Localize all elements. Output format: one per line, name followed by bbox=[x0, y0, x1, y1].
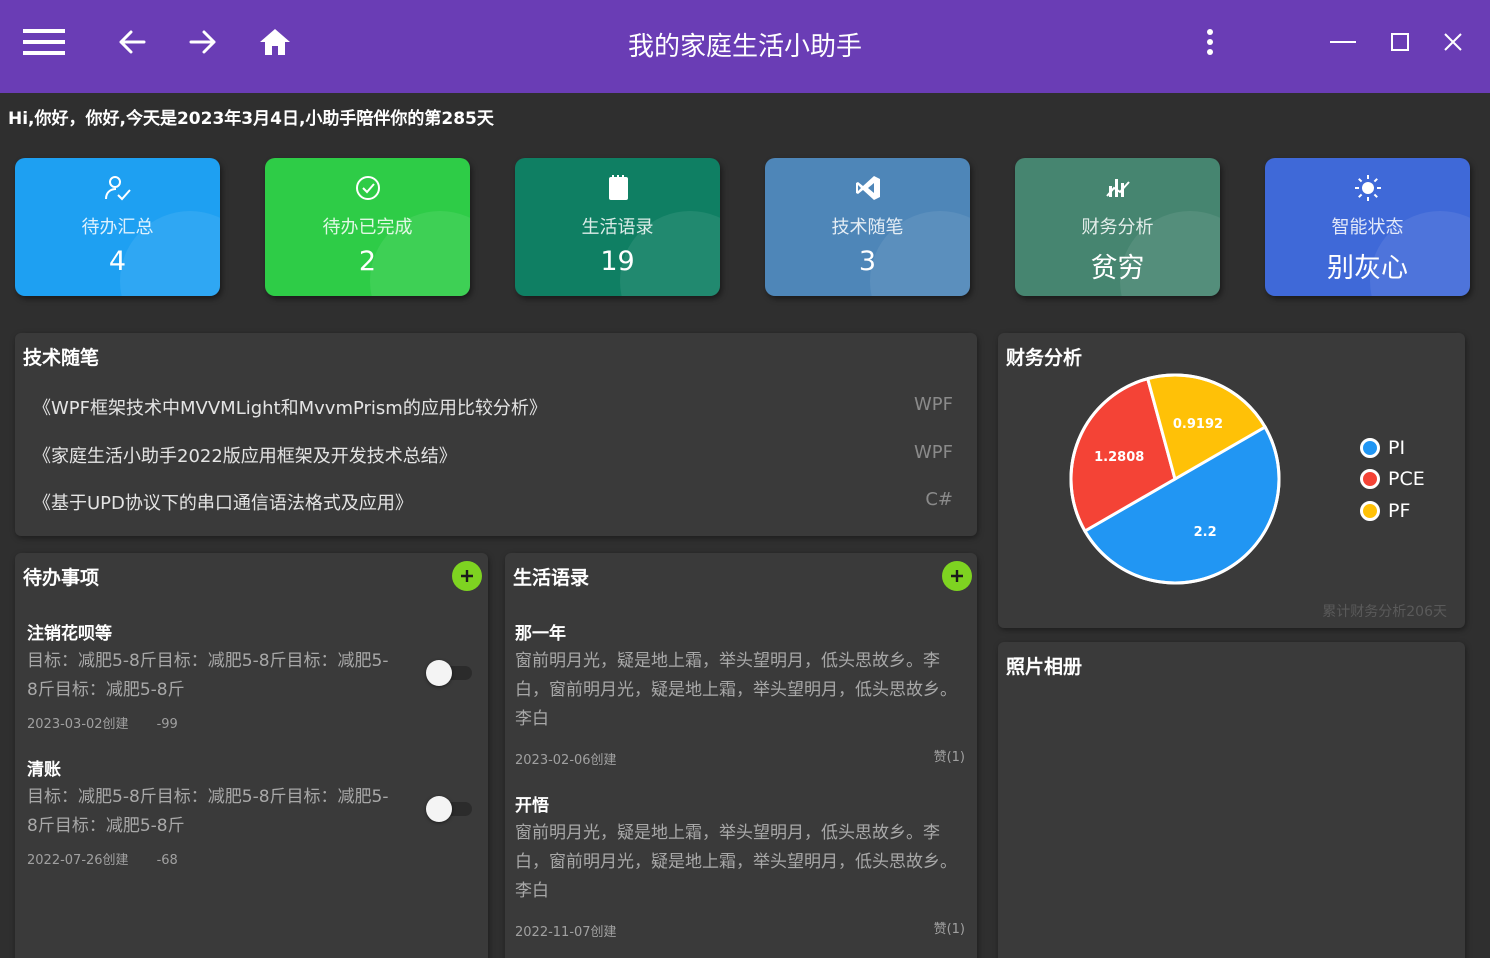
life-quotes-panel: 生活语录 那一年 窗前明月光，疑是地上霜，举头望明月，低头思故乡。李白，窗前明月… bbox=[505, 553, 977, 958]
panel-title: 技术随笔 bbox=[23, 347, 100, 369]
app-title: 我的家庭生活小助手 bbox=[627, 32, 862, 62]
legend-item: PCE bbox=[1360, 466, 1425, 492]
finance-footer: 累计财务分析206天 bbox=[1322, 604, 1447, 620]
legend-label: PCE bbox=[1388, 468, 1425, 490]
card-todo-summary[interactable]: 待办汇总 4 bbox=[15, 158, 220, 296]
close-icon[interactable] bbox=[1431, 24, 1475, 60]
todo-item-date: 2023-03-02创建 bbox=[27, 717, 129, 732]
pie-data-label: 1.2808 bbox=[1094, 450, 1144, 465]
quote-text: 窗前明月光，疑是地上霜，举头望明月，低头思故乡。李白，窗前明月光，疑是地上霜，举… bbox=[515, 651, 957, 729]
tech-note-item[interactable]: 《WPF框架技术中MVVMLight和MvvmPrism的应用比较分析》 WPF bbox=[33, 394, 953, 424]
legend-label: PF bbox=[1388, 500, 1411, 522]
todo-done-toggle[interactable] bbox=[426, 660, 474, 686]
pie-data-label: 2.2 bbox=[1194, 525, 1217, 540]
card-value: 别灰心 bbox=[1327, 253, 1408, 284]
card-label: 待办已完成 bbox=[322, 217, 413, 238]
sun-icon bbox=[1265, 174, 1470, 202]
greeting-text: Hi,你好，你好,今天是2023年3月4日,小助手陪伴你的第285天 bbox=[8, 109, 494, 129]
photo-album-panel: 照片相册 bbox=[998, 642, 1465, 958]
legend-item: PF bbox=[1360, 498, 1410, 524]
todo-item-meta: 2022-07-26创建 -68 bbox=[27, 849, 206, 868]
user-check-icon bbox=[15, 174, 220, 202]
card-value: 19 bbox=[600, 246, 635, 277]
todo-item-meta: 2023-03-02创建 -99 bbox=[27, 713, 206, 732]
card-tech-notes[interactable]: 技术随笔 3 bbox=[765, 158, 970, 296]
card-value: 贫穷 bbox=[1090, 253, 1145, 284]
toggle-knob bbox=[426, 796, 452, 822]
card-life-quotes[interactable]: 生活语录 19 bbox=[515, 158, 720, 296]
tech-note-tag: WPF bbox=[913, 394, 953, 415]
legend-dot bbox=[1360, 438, 1380, 458]
quote-like-button[interactable]: 赞(1) bbox=[934, 746, 965, 765]
todo-item-days: -99 bbox=[156, 717, 178, 732]
legend-item: PI bbox=[1360, 435, 1405, 461]
todo-panel: 待办事项 注销花呗等 目标：减肥5-8斤目标：减肥5-8斤目标：减肥5-8斤目标… bbox=[15, 553, 488, 958]
finance-pie-chart[interactable]: 2.2 1.2808 0.9192 bbox=[1065, 369, 1285, 589]
finance-panel: 财务分析 2.2 1.2808 0.9192 PI PCE PF 累计财务分析206… bbox=[998, 333, 1465, 628]
title-bar: 我的家庭生活小助手 bbox=[0, 0, 1490, 93]
panel-title: 生活语录 bbox=[513, 567, 590, 589]
panel-title: 待办事项 bbox=[23, 567, 100, 589]
more-vertical-icon[interactable] bbox=[1188, 24, 1232, 60]
card-value: 3 bbox=[858, 246, 877, 277]
check-circle-icon bbox=[265, 174, 470, 202]
add-todo-button[interactable] bbox=[452, 561, 482, 591]
quote-text: 窗前明月光，疑是地上霜，举头望明月，低头思故乡。李白，窗前明月光，疑是地上霜，举… bbox=[515, 823, 957, 901]
plus-icon bbox=[951, 570, 963, 582]
plus-icon bbox=[461, 570, 473, 582]
legend-dot bbox=[1360, 501, 1380, 521]
todo-done-toggle[interactable] bbox=[426, 796, 474, 822]
notebook-icon bbox=[515, 174, 720, 202]
tech-note-title: 《基于UPD协议下的串口通信语法格式及应用》 bbox=[33, 493, 413, 514]
quote-like-button[interactable]: 赞(1) bbox=[934, 918, 965, 937]
card-finance[interactable]: 财务分析 贫穷 bbox=[1015, 158, 1220, 296]
quote-title: 那一年 bbox=[515, 624, 566, 644]
card-todo-done[interactable]: 待办已完成 2 bbox=[265, 158, 470, 296]
todo-item-days: -68 bbox=[156, 853, 178, 868]
card-label: 生活语录 bbox=[581, 217, 654, 238]
tech-note-title: 《WPF框架技术中MVVMLight和MvvmPrism的应用比较分析》 bbox=[33, 398, 547, 419]
legend-dot bbox=[1360, 469, 1380, 489]
card-value: 4 bbox=[108, 246, 127, 277]
add-quote-button[interactable] bbox=[942, 561, 972, 591]
todo-item-date: 2022-07-26创建 bbox=[27, 853, 129, 868]
card-value: 2 bbox=[358, 246, 377, 277]
todo-item-title: 清账 bbox=[27, 760, 61, 780]
card-smart-status[interactable]: 智能状态 别灰心 bbox=[1265, 158, 1470, 296]
quote-date: 2023-02-06创建 bbox=[515, 753, 617, 768]
pie-data-label: 0.9192 bbox=[1173, 417, 1223, 432]
todo-item-desc: 目标：减肥5-8斤目标：减肥5-8斤目标：减肥5-8斤目标：减肥5-8斤 bbox=[27, 787, 389, 836]
tech-note-item[interactable]: 《家庭生活小助手2022版应用框架及开发技术总结》 WPF bbox=[33, 442, 953, 472]
maximize-icon[interactable] bbox=[1378, 24, 1422, 60]
card-label: 技术随笔 bbox=[831, 217, 904, 238]
card-label: 财务分析 bbox=[1081, 217, 1154, 238]
panel-title: 财务分析 bbox=[1006, 347, 1083, 369]
legend-label: PI bbox=[1388, 437, 1406, 459]
tech-note-tag: C# bbox=[925, 489, 953, 510]
card-label: 智能状态 bbox=[1331, 217, 1404, 238]
bar-chart-icon bbox=[1015, 174, 1220, 202]
todo-item-title: 注销花呗等 bbox=[27, 624, 112, 644]
todo-item-desc: 目标：减肥5-8斤目标：减肥5-8斤目标：减肥5-8斤目标：减肥5-8斤 bbox=[27, 651, 389, 700]
tech-notes-panel: 技术随笔 《WPF框架技术中MVVMLight和MvvmPrism的应用比较分析… bbox=[15, 333, 977, 536]
quote-title: 开悟 bbox=[515, 796, 549, 816]
tech-note-tag: WPF bbox=[913, 442, 953, 463]
card-label: 待办汇总 bbox=[81, 217, 154, 238]
tech-note-item[interactable]: 《基于UPD协议下的串口通信语法格式及应用》 C# bbox=[33, 489, 953, 519]
quote-date: 2022-11-07创建 bbox=[515, 925, 617, 940]
toggle-knob bbox=[426, 660, 452, 686]
tech-note-title: 《家庭生活小助手2022版应用框架及开发技术总结》 bbox=[33, 446, 457, 467]
panel-title: 照片相册 bbox=[1006, 656, 1083, 678]
minimize-icon[interactable] bbox=[1321, 24, 1365, 60]
visual-studio-icon bbox=[765, 174, 970, 202]
